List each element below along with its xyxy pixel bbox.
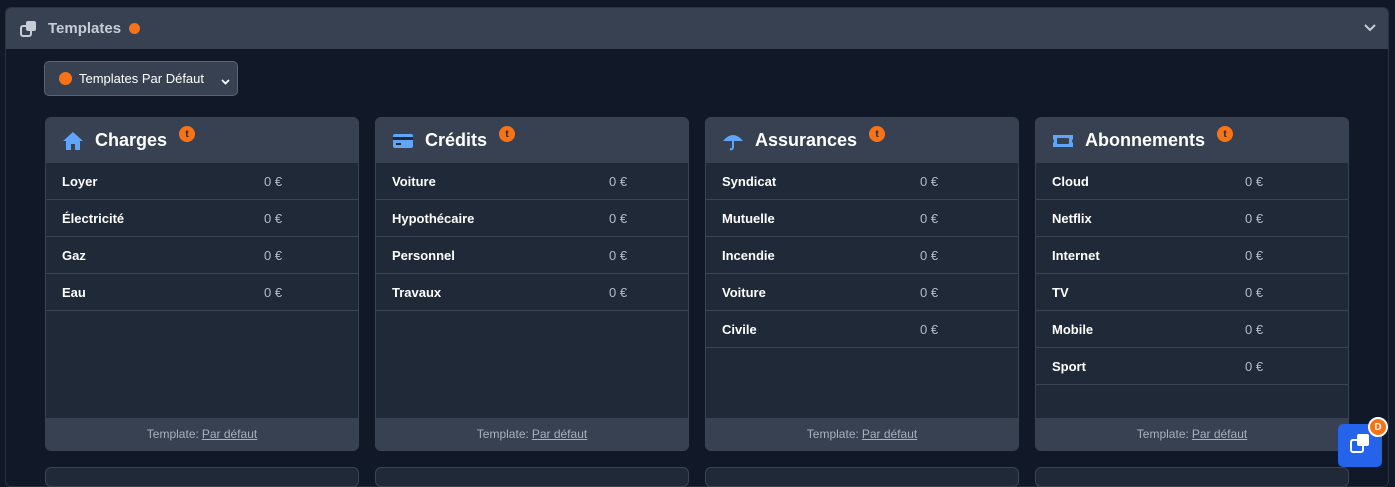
list-item[interactable]: Internet 0 € xyxy=(1036,237,1348,274)
template-select-value: Templates Par Défaut xyxy=(79,71,205,86)
card-footer: Template: Par défaut xyxy=(376,418,688,450)
copy-icon xyxy=(20,20,38,38)
card-abonnements: Abonnements t Cloud 0 € Netflix 0 € Intern… xyxy=(1035,117,1349,451)
card-title: Charges xyxy=(95,130,168,150)
list-item[interactable]: Eau 0 € xyxy=(46,274,358,311)
home-icon xyxy=(62,131,84,151)
card-title: Abonnements xyxy=(1085,130,1206,150)
list-item[interactable]: Hypothécaire 0 € xyxy=(376,200,688,237)
card-title: Assurances xyxy=(755,130,858,150)
template-badge: t xyxy=(869,126,886,142)
umbrella-icon xyxy=(722,131,744,151)
list-item[interactable]: Syndicat 0 € xyxy=(706,163,1018,200)
chevron-down-icon xyxy=(220,74,231,85)
select-status-dot xyxy=(59,72,72,85)
card-footer: Template: Par défaut xyxy=(46,418,358,450)
list-item[interactable]: Travaux 0 € xyxy=(376,274,688,311)
default-template-link[interactable]: Par défaut xyxy=(1192,427,1247,441)
status-dot xyxy=(129,23,141,34)
list-item[interactable]: Voiture 0 € xyxy=(706,274,1018,311)
list-item[interactable]: Incendie 0 € xyxy=(706,237,1018,274)
card-credits: Crédits t Voiture 0 € Hypothécaire 0 € Per… xyxy=(375,117,689,451)
notification-badge: D xyxy=(1368,417,1388,437)
card-partial xyxy=(705,467,1019,487)
card-assurances: Assurances t Syndicat 0 € Mutuelle 0 € Inc… xyxy=(705,117,1019,451)
footer-label: Template: xyxy=(806,427,859,441)
list-item[interactable]: Loyer 0 € xyxy=(46,163,358,200)
card-partial xyxy=(375,467,689,487)
ticket-icon xyxy=(1052,131,1074,151)
list-item[interactable]: Sport 0 € xyxy=(1036,348,1348,385)
list-item[interactable]: Électricité 0 € xyxy=(46,200,358,237)
copy-icon xyxy=(1349,432,1371,459)
card-header: Abonnements t xyxy=(1036,118,1348,163)
list-item[interactable]: Civile 0 € xyxy=(706,311,1018,348)
card-title: Crédits xyxy=(425,130,488,150)
chevron-down-icon[interactable] xyxy=(1362,19,1378,35)
panel-header[interactable]: Templates xyxy=(6,8,1388,49)
card-footer: Template: Par défaut xyxy=(1036,418,1348,450)
footer-label: Template: xyxy=(1136,427,1189,441)
default-template-link[interactable]: Par défaut xyxy=(532,427,587,441)
list-item[interactable]: Gaz 0 € xyxy=(46,237,358,274)
footer-label: Template: xyxy=(476,427,529,441)
panel-title: Templates xyxy=(48,20,122,37)
card-header: Assurances t xyxy=(706,118,1018,163)
credit-card-icon xyxy=(392,131,414,151)
card-partial xyxy=(45,467,359,487)
list-item[interactable]: Cloud 0 € xyxy=(1036,163,1348,200)
card-partial xyxy=(1035,467,1349,487)
list-item[interactable]: Netflix 0 € xyxy=(1036,200,1348,237)
template-badge: t xyxy=(179,126,196,142)
card-footer: Template: Par défaut xyxy=(706,418,1018,450)
list-item[interactable]: TV 0 € xyxy=(1036,274,1348,311)
template-badge: t xyxy=(499,126,516,142)
list-item[interactable]: Mutuelle 0 € xyxy=(706,200,1018,237)
template-select[interactable]: Templates Par Défaut xyxy=(44,61,238,96)
default-template-link[interactable]: Par défaut xyxy=(862,427,917,441)
footer-label: Template: xyxy=(146,427,199,441)
list-item[interactable]: Personnel 0 € xyxy=(376,237,688,274)
card-header: Crédits t xyxy=(376,118,688,163)
list-item[interactable]: Mobile 0 € xyxy=(1036,311,1348,348)
card-charges: Charges t Loyer 0 € Électricité 0 € Gaz 0 €… xyxy=(45,117,359,451)
template-badge: t xyxy=(1217,126,1234,142)
list-item[interactable]: Voiture 0 € xyxy=(376,163,688,200)
card-header: Charges t xyxy=(46,118,358,163)
default-template-link[interactable]: Par défaut xyxy=(202,427,257,441)
